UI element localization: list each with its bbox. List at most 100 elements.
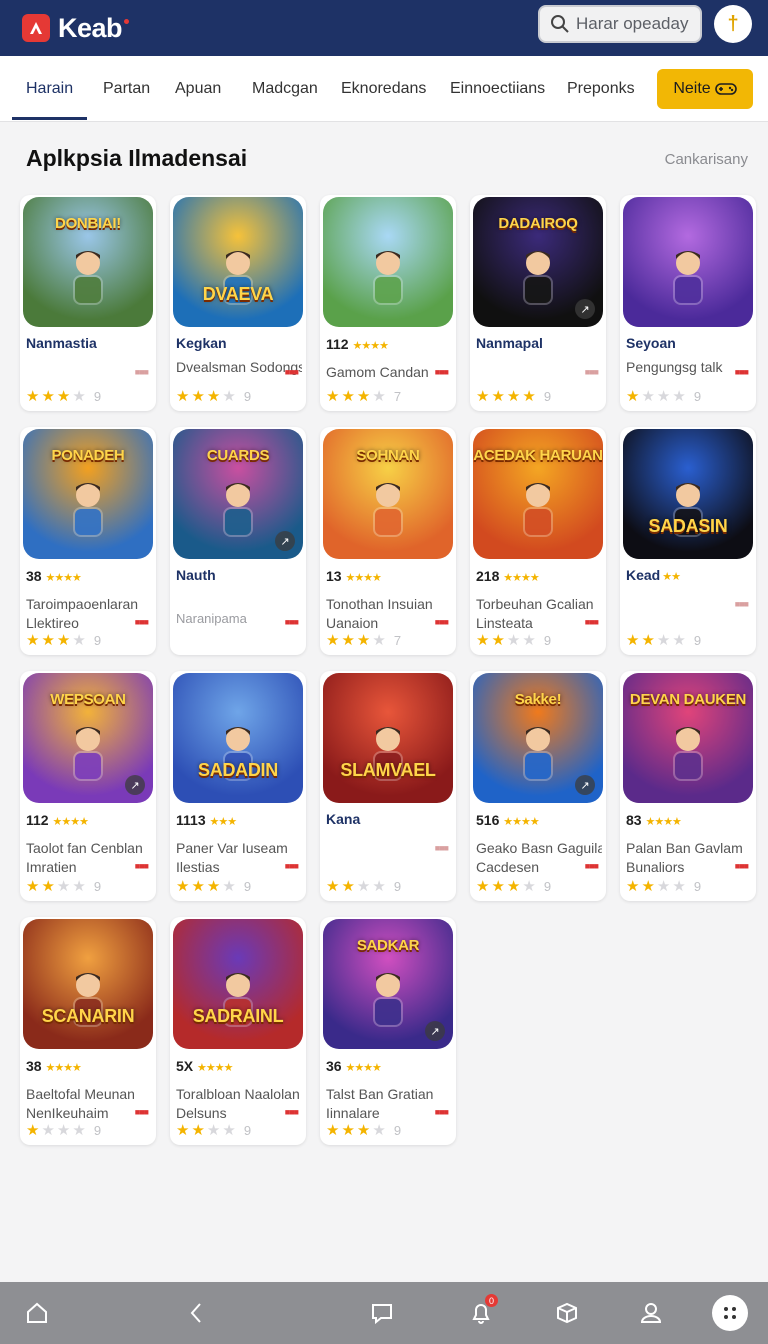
- app-card[interactable]: CUARDS ↗ Nauth Naranipama ■■■: [170, 427, 306, 655]
- nav-home[interactable]: [22, 1298, 52, 1328]
- app-thumbnail[interactable]: PONADEH: [23, 429, 153, 559]
- app-card[interactable]: SCANARIN 38 ★★★★ Baeltofal Meunan NenIkeuha…: [20, 917, 156, 1145]
- nav-box[interactable]: [552, 1298, 582, 1328]
- expand-icon[interactable]: ↗: [575, 775, 595, 795]
- app-thumbnail[interactable]: CUARDS ↗: [173, 429, 303, 559]
- star-icon: ★: [522, 631, 536, 649]
- expand-icon[interactable]: ↗: [425, 1021, 445, 1041]
- more-options-icon[interactable]: ■■■: [135, 861, 149, 871]
- nav-chat[interactable]: [367, 1298, 397, 1328]
- more-options-icon[interactable]: ■■■: [435, 1107, 449, 1117]
- more-options-icon[interactable]: ■■■: [285, 1107, 299, 1117]
- app-name[interactable]: Kead ★★: [626, 567, 752, 583]
- app-card[interactable]: Sakke! ↗ 516 ★★★★ Geako Basn Gaguila Cacdese…: [470, 671, 606, 901]
- app-thumbnail[interactable]: [323, 197, 453, 327]
- more-options-icon[interactable]: ■■■: [135, 1107, 149, 1117]
- expand-icon[interactable]: ↗: [575, 299, 595, 319]
- app-card[interactable]: DADAIROQ ↗ Nanmapal ■■■ ★ ★ ★ ★ 9: [470, 195, 606, 411]
- star-rating: ★ ★ ★ ★ 9: [326, 1121, 401, 1139]
- app-card[interactable]: 112 ★★★★ Gamom Candan ■■■ ★ ★ ★ ★ 7: [320, 195, 456, 411]
- app-logo[interactable]: Keab: [22, 13, 130, 44]
- app-thumbnail[interactable]: DADAIROQ ↗: [473, 197, 603, 327]
- tab-eknoredans[interactable]: Eknoredans: [341, 56, 426, 122]
- app-card[interactable]: Seyoan Pengungsg talk ■■■ ★ ★ ★ ★ 9: [620, 195, 756, 411]
- app-card[interactable]: DEVAN DAUKEN 83 ★★★★ Palan Ban Gavlam Bunal…: [620, 671, 756, 901]
- rating-count: 9: [93, 1122, 102, 1138]
- app-card[interactable]: DONBIAI! Nanmastia ■■■ ★ ★ ★ ★ 9: [20, 195, 156, 411]
- tab-einnoectiians[interactable]: Einnoectiians: [450, 56, 545, 122]
- thumbnail-title-art: PONADEH: [51, 447, 125, 464]
- nav-menu[interactable]: [712, 1295, 748, 1331]
- star-icon: ★: [476, 877, 490, 895]
- tab-preponks[interactable]: Preponks: [567, 56, 635, 122]
- app-thumbnail[interactable]: [623, 197, 753, 327]
- more-options-icon[interactable]: ■■■: [285, 367, 299, 377]
- more-options-icon[interactable]: ■■■: [735, 599, 749, 609]
- more-options-icon[interactable]: ■■■: [285, 861, 299, 871]
- app-card[interactable]: WEPSOAN ↗ 112 ★★★★ Taolot fan Cenblan Imrati…: [20, 671, 156, 901]
- app-thumbnail[interactable]: SOHNAN: [323, 429, 453, 559]
- star-rating: ★ ★ ★ ★ 9: [626, 387, 701, 405]
- app-thumbnail[interactable]: DVAEVA: [173, 197, 303, 327]
- nav-profile[interactable]: [636, 1298, 666, 1328]
- see-all-link[interactable]: Cankarisany: [665, 151, 748, 168]
- mini-stars: ★★★★: [197, 1062, 233, 1074]
- character-illustration: [511, 723, 565, 793]
- app-thumbnail[interactable]: SCANARIN: [23, 919, 153, 1049]
- app-card[interactable]: SOHNAN 13 ★★★★ Tonothan Insuian Uanaion ■■■ ★…: [320, 427, 456, 655]
- search-input[interactable]: Harar opeaday: [538, 5, 702, 43]
- app-card[interactable]: SADKAR ↗ 36 ★★★★ Talst Ban Gratian Iinnalare…: [320, 917, 456, 1145]
- more-options-icon[interactable]: ■■■: [435, 843, 449, 853]
- more-options-icon[interactable]: ■■■: [735, 367, 749, 377]
- app-card[interactable]: SADRAINL 5X ★★★★ Toralbloan Naalolan Delsun…: [170, 917, 306, 1145]
- star-icon: ★: [341, 877, 355, 895]
- more-options-icon[interactable]: ■■■: [735, 861, 749, 871]
- app-thumbnail[interactable]: WEPSOAN ↗: [23, 673, 153, 803]
- more-options-icon[interactable]: ■■■: [435, 617, 449, 627]
- more-options-icon[interactable]: ■■■: [585, 617, 599, 627]
- app-card[interactable]: SADASIN Kead ★★ ■■■ ★ ★ ★ ★ 9: [620, 427, 756, 655]
- expand-icon[interactable]: ↗: [275, 531, 295, 551]
- app-thumbnail[interactable]: Sakke! ↗: [473, 673, 603, 803]
- expand-icon[interactable]: ↗: [125, 775, 145, 795]
- app-name[interactable]: Nauth: [176, 567, 302, 583]
- app-card[interactable]: PONADEH 38 ★★★★ Taroimpaoenlaran Llektireo ■…: [20, 427, 156, 655]
- tab-harain[interactable]: Harain: [26, 56, 73, 122]
- more-options-icon[interactable]: ■■■: [135, 367, 149, 377]
- avatar[interactable]: †: [714, 5, 752, 43]
- app-thumbnail[interactable]: SADRAINL: [173, 919, 303, 1049]
- nav-notifications[interactable]: 0: [466, 1294, 498, 1328]
- app-thumbnail[interactable]: DEVAN DAUKEN: [623, 673, 753, 803]
- tab-madcgan[interactable]: Madcgan: [252, 56, 318, 122]
- app-name[interactable]: Nanmastia: [26, 335, 152, 351]
- app-name[interactable]: Nanmapal: [476, 335, 602, 351]
- app-thumbnail[interactable]: SADASIN: [623, 429, 753, 559]
- app-thumbnail[interactable]: SLAMVAEL: [323, 673, 453, 803]
- app-thumbnail[interactable]: DONBIAI!: [23, 197, 153, 327]
- nav-back[interactable]: [182, 1298, 212, 1328]
- app-name[interactable]: Kana: [326, 811, 452, 827]
- tab-partan[interactable]: Partan: [103, 56, 150, 122]
- app-card[interactable]: SLAMVAEL Kana ■■■ ★ ★ ★ ★ 9: [320, 671, 456, 901]
- more-options-icon[interactable]: ■■■: [585, 367, 599, 377]
- star-icon: ★: [41, 877, 55, 895]
- app-name[interactable]: Seyoan: [626, 335, 752, 351]
- app-stat-value: 112: [26, 812, 53, 828]
- more-options-icon[interactable]: ■■■: [435, 367, 449, 377]
- star-rating: ★ ★ ★ ★ 9: [476, 631, 551, 649]
- app-thumbnail[interactable]: SADADIN: [173, 673, 303, 803]
- tab-apuan[interactable]: Apuan: [175, 56, 221, 122]
- app-card[interactable]: ACEDAK HARUAN 218 ★★★★ Torbeuhan Gcalian Li…: [470, 427, 606, 655]
- app-card[interactable]: DVAEVA Kegkan Dvealsman Sodongs ■■■ ★ ★ ★ ★ 9: [170, 195, 306, 411]
- app-stat-value: 112: [326, 336, 353, 352]
- star-icon: ★: [26, 631, 40, 649]
- app-thumbnail[interactable]: ACEDAK HARUAN: [473, 429, 603, 559]
- more-options-icon[interactable]: ■■■: [135, 617, 149, 627]
- app-card[interactable]: SADADIN 1113 ★★★ Paner Var Iuseam Ilestias ■…: [170, 671, 306, 901]
- app-thumbnail[interactable]: SADKAR ↗: [323, 919, 453, 1049]
- app-name[interactable]: Kegkan: [176, 335, 302, 351]
- cta-button[interactable]: Neite: [657, 69, 753, 109]
- star-rating: ★ ★ ★ ★ 9: [176, 1121, 251, 1139]
- more-options-icon[interactable]: ■■■: [285, 617, 299, 627]
- more-options-icon[interactable]: ■■■: [585, 861, 599, 871]
